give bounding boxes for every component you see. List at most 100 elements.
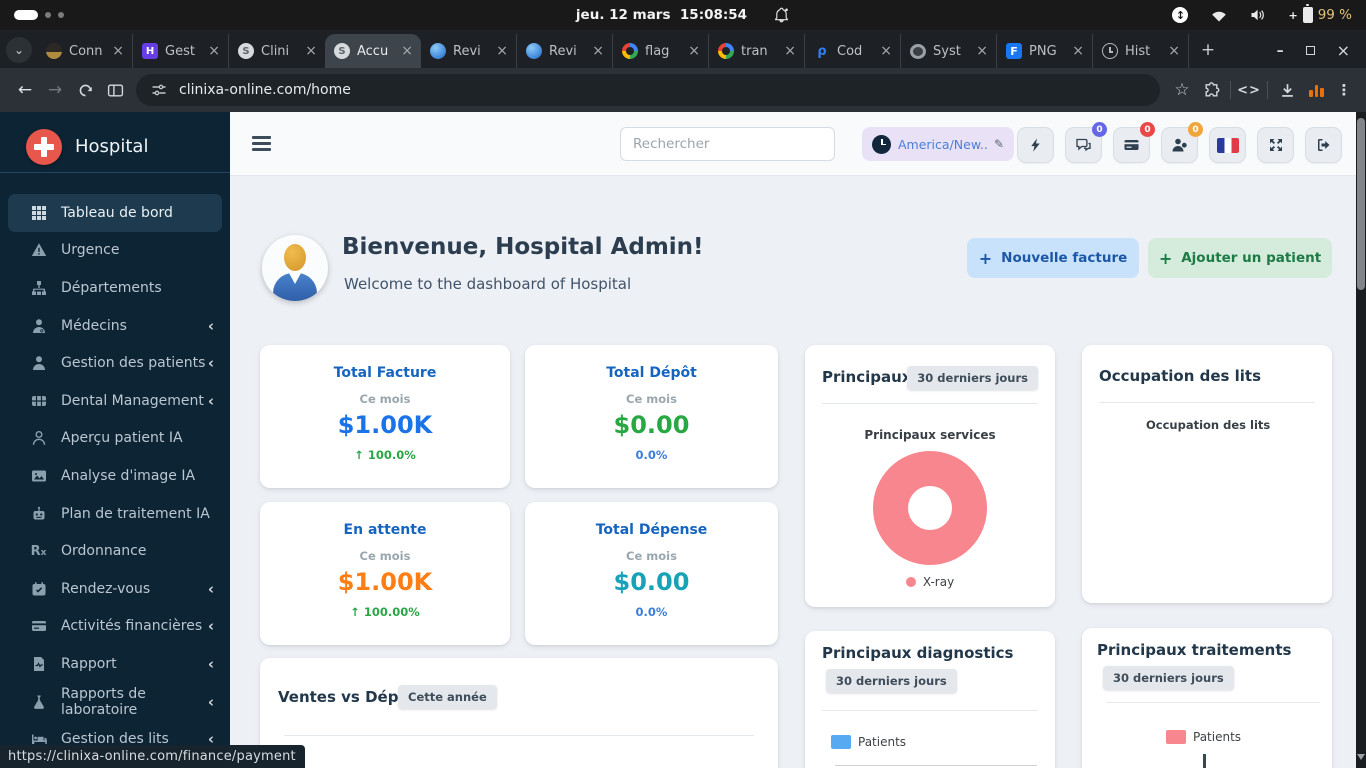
edit-icon[interactable]: ✎	[994, 137, 1004, 151]
brand[interactable]: Hospital	[0, 112, 230, 170]
browser-tab[interactable]: Revi ×	[517, 34, 613, 68]
browser-tab[interactable]: PNG ×	[997, 34, 1093, 68]
tab-close-icon[interactable]: ×	[878, 43, 894, 59]
sidebar-item-ai-image-analysis[interactable]: Analyse d'image IA	[0, 457, 230, 495]
bed-occupancy-card: Occupation des lits Occupation des lits	[1082, 345, 1332, 603]
chart-legend[interactable]: Patients	[831, 735, 906, 749]
tab-close-icon[interactable]: ×	[1166, 43, 1182, 59]
billing-button[interactable]: 0	[1113, 127, 1150, 163]
sidebar-item-emergency[interactable]: Urgence	[0, 232, 230, 270]
clock-menu[interactable]: jeu. 12 mars 15:08:54	[0, 0, 1366, 30]
browser-tab[interactable]: flag ×	[613, 34, 709, 68]
extension-chart-icon[interactable]	[1309, 83, 1325, 97]
browser-tab[interactable]: Syst ×	[901, 34, 997, 68]
tab-close-icon[interactable]: ×	[206, 43, 222, 59]
sidebar-item-patients[interactable]: Gestion des patients ‹	[0, 344, 230, 382]
stat-card-total-invoice[interactable]: Total Facture Ce mois $1.00K ↑ 100.0%	[260, 345, 510, 488]
browser-tab[interactable]: Conn ×	[37, 34, 133, 68]
patient-requests-button[interactable]: 0	[1161, 127, 1198, 163]
sidebar-item-departments[interactable]: Départements	[0, 269, 230, 307]
billing-badge: 0	[1140, 122, 1155, 137]
forward-button[interactable]: →	[40, 80, 70, 100]
tab-close-icon[interactable]: ×	[303, 43, 319, 59]
admin-avatar	[262, 235, 328, 301]
devtools-code-icon[interactable]: <>	[1235, 83, 1263, 98]
chart-legend[interactable]: Patients	[1166, 730, 1241, 744]
tab-close-icon[interactable]: ×	[782, 43, 798, 59]
hamburger-menu-icon[interactable]	[252, 136, 271, 154]
sidebar-menu: Tableau de bord Urgence Départements Méd…	[0, 173, 230, 758]
tab-close-icon[interactable]: ×	[110, 43, 126, 59]
calendar-check-icon	[30, 580, 47, 597]
browser-tab[interactable]: Clini ×	[229, 34, 325, 68]
tab-close-icon[interactable]: ×	[974, 43, 990, 59]
stat-card-total-expense[interactable]: Total Dépense Ce mois $0.00 0.0%	[525, 502, 778, 645]
period-badge[interactable]: 30 derniers jours	[1103, 666, 1234, 690]
close-window-button[interactable]: ×	[1337, 41, 1350, 60]
back-button[interactable]: ←	[10, 80, 40, 100]
sidebar-item-ai-treatment-plan[interactable]: Plan de traitement IA	[0, 495, 230, 533]
language-button[interactable]	[1209, 127, 1246, 163]
sidebar-item-dental[interactable]: Dental Management ‹	[0, 382, 230, 420]
chart-legend[interactable]: X-ray	[805, 575, 1055, 589]
split-view-icon[interactable]	[100, 82, 130, 99]
sidebar-item-prescription[interactable]: Rx Ordonnance	[0, 532, 230, 570]
address-bar[interactable]: clinixa-online.com/home	[136, 74, 1160, 106]
extensions-puzzle-icon[interactable]	[1196, 82, 1226, 99]
favicon-google	[718, 43, 734, 59]
browser-tab[interactable]: Cod ×	[805, 34, 901, 68]
bookmark-star-icon[interactable]: ☆	[1168, 80, 1196, 100]
period-badge[interactable]: 30 derniers jours	[826, 669, 957, 693]
browser-tab[interactable]: Revi ×	[421, 34, 517, 68]
browser-toolbar: ← → clinixa-online.com/home ☆ <> ⋮	[0, 68, 1366, 112]
stat-card-total-deposit[interactable]: Total Dépôt Ce mois $0.00 0.0%	[525, 345, 778, 488]
browser-tab-active[interactable]: Accu ×	[325, 34, 421, 68]
sidebar-item-report[interactable]: Rapport ‹	[0, 645, 230, 683]
new-tab-button[interactable]: +	[1195, 37, 1221, 63]
system-tray[interactable]: ↕ + 99 %	[1172, 0, 1352, 30]
sidebar-item-finance[interactable]: Activités financières ‹	[0, 608, 230, 646]
tab-close-icon[interactable]: ×	[686, 43, 702, 59]
search-input[interactable]	[620, 127, 835, 161]
sidebar-item-lab-reports[interactable]: Rapports de laboratoire ‹	[0, 683, 230, 721]
reload-button[interactable]	[70, 82, 100, 99]
vertical-scrollbar[interactable]	[1356, 112, 1366, 768]
chat-button[interactable]: 0	[1065, 127, 1102, 163]
sidebar-item-dashboard[interactable]: Tableau de bord	[8, 194, 222, 232]
card-title: Principaux traitements	[1097, 641, 1291, 659]
add-patient-button[interactable]: + Ajouter un patient	[1148, 238, 1332, 278]
stat-card-pending[interactable]: En attente Ce mois $1.00K ↑ 100.00%	[260, 502, 510, 645]
tab-close-icon[interactable]: ×	[1070, 43, 1086, 59]
stat-value: $0.00	[614, 411, 690, 439]
scrollbar-thumb[interactable]	[1357, 118, 1365, 290]
browser-tab[interactable]: tran ×	[709, 34, 805, 68]
browser-tab[interactable]: Hist ×	[1093, 34, 1189, 68]
tab-close-icon[interactable]: ×	[590, 43, 606, 59]
sidebar-item-doctors[interactable]: Médecins ‹	[0, 307, 230, 345]
tab-search-button[interactable]: ⌄	[6, 37, 32, 63]
site-settings-icon[interactable]	[150, 82, 168, 98]
sidebar-item-ai-patient-overview[interactable]: Aperçu patient IA	[0, 420, 230, 458]
sidebar-label: Dental Management	[61, 393, 204, 409]
sidebar-label: Ordonnance	[61, 543, 147, 559]
minimize-button[interactable]: –	[1277, 43, 1284, 59]
download-icon[interactable]	[1272, 82, 1302, 99]
period-badge[interactable]: 30 derniers jours	[907, 366, 1038, 390]
tab-close-icon[interactable]: ×	[494, 43, 510, 59]
tab-close-icon[interactable]: ×	[399, 43, 415, 59]
browser-menu-icon[interactable]: ⋮	[1332, 81, 1356, 99]
timezone-chip[interactable]: America/New... ✎	[862, 127, 1014, 161]
welcome-title: Bienvenue, Hospital Admin!	[342, 234, 704, 260]
quick-actions-button[interactable]	[1017, 127, 1054, 163]
period-badge[interactable]: Cette année	[398, 685, 497, 709]
logout-button[interactable]	[1305, 127, 1342, 163]
new-invoice-button[interactable]: + Nouvelle facture	[967, 238, 1139, 278]
fullscreen-button[interactable]	[1257, 127, 1294, 163]
stat-title: Total Dépense	[596, 522, 708, 538]
services-donut-chart[interactable]	[873, 451, 987, 565]
scrollbar-down-arrow[interactable]	[1357, 754, 1365, 760]
browser-tab[interactable]: Gest ×	[133, 34, 229, 68]
sidebar-item-appointments[interactable]: Rendez-vous ‹	[0, 570, 230, 608]
stat-value: $1.00K	[338, 411, 433, 439]
maximize-button[interactable]	[1306, 46, 1315, 55]
